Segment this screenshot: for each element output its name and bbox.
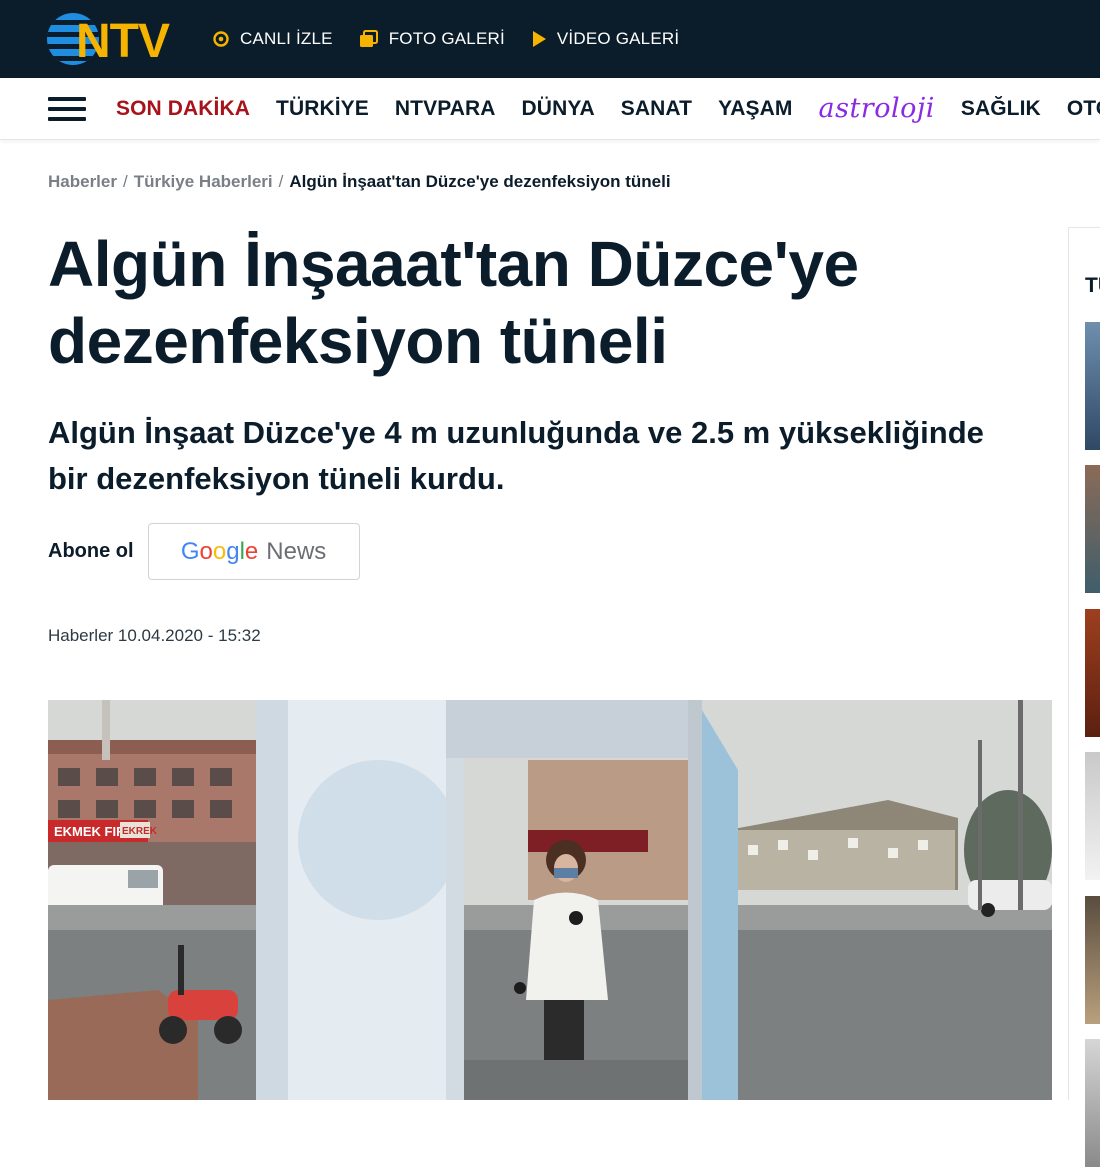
nav-item-turkiye[interactable]: TÜRKİYE <box>276 97 369 121</box>
hamburger-menu-icon[interactable] <box>48 97 86 121</box>
play-icon <box>532 31 546 47</box>
article-summary-line-1: Algün İnşaat Düzce'ye 4 m uzunluğunda ve… <box>48 415 984 450</box>
breadcrumb-haberler[interactable]: Haberler <box>48 172 117 192</box>
sidebar-thumb[interactable] <box>1085 609 1100 737</box>
breadcrumb-current: Algün İnşaat'tan Düzce'ye dezenfeksiyon … <box>289 172 671 191</box>
sidebar-thumb[interactable] <box>1085 465 1100 593</box>
sidebar-thumb[interactable] <box>1085 322 1100 450</box>
breadcrumb-turkiye-haberleri[interactable]: Türkiye Haberleri <box>134 172 273 192</box>
live-link[interactable]: CANLI İZLE <box>212 29 333 49</box>
google-logo-letter: g <box>226 537 240 565</box>
google-news-button[interactable]: Google News <box>147 523 360 580</box>
top-links: CANLI İZLE FOTO GALERİ VİDEO GALERİ <box>212 0 679 78</box>
live-circle-icon <box>213 31 229 47</box>
ntv-logo[interactable]: NTV <box>46 12 188 66</box>
sidebar-thumb[interactable] <box>1085 752 1100 880</box>
right-sidebar: TÜ <box>1068 227 1100 1167</box>
subscribe-row: Abone ol Google News <box>48 523 360 580</box>
photo-gallery-label: FOTO GALERİ <box>388 29 505 48</box>
top-bar: NTV CANLI İZLE FOTO GALERİ VİDEO GALERİ <box>0 0 1100 78</box>
live-link-label: CANLI İZLE <box>240 29 333 48</box>
google-logo-letter: e <box>244 537 259 565</box>
article-title: Algün İnşaaat'tan Düzce'ye dezenfeksiyon… <box>48 226 1008 380</box>
google-logo-letter: o <box>212 537 227 565</box>
sidebar-thumb[interactable] <box>1085 896 1100 1024</box>
google-logo-letter: G <box>180 537 200 565</box>
nav-item-yasam[interactable]: YAŞAM <box>718 97 792 121</box>
breadcrumb-separator: / <box>278 172 284 191</box>
article-summary: Algün İnşaat Düzce'ye 4 m uzunluğunda ve… <box>48 410 1038 502</box>
video-gallery-link[interactable]: VİDEO GALERİ <box>531 29 679 49</box>
google-logo-letter: o <box>199 537 213 565</box>
google-news-word: News <box>266 537 327 565</box>
disinfection-tunnel-photo: EKMEK FIRI EKREK <box>48 700 1052 1100</box>
article-photo[interactable]: EKMEK FIRI EKREK <box>48 700 1052 1100</box>
nav-items: SON DAKİKA TÜRKİYE NTVPARA DÜNYA SANAT Y… <box>116 78 1100 139</box>
sidebar-heading: TÜ <box>1085 274 1100 297</box>
photo-gallery-link[interactable]: FOTO GALERİ <box>359 29 505 49</box>
article-title-line-2: dezenfeksiyon tüneli <box>48 305 668 377</box>
logo-text: NTV <box>76 15 170 66</box>
photo-shop-sign-2: EKREK <box>122 826 158 837</box>
nav-item-sanat[interactable]: SANAT <box>621 97 692 121</box>
article-title-line-1: Algün İnşaaat'tan Düzce'ye <box>48 228 859 300</box>
photo-shop-sign: EKMEK FIRI <box>54 824 129 839</box>
nav-item-dunya[interactable]: DÜNYA <box>522 97 595 121</box>
nav-item-son-dakika[interactable]: SON DAKİKA <box>116 97 250 121</box>
nav-item-otomobil[interactable]: OTOMOBİL <box>1067 97 1100 121</box>
nav-item-astroloji[interactable]: astroloji <box>819 93 935 124</box>
photo-gallery-icon <box>359 30 378 47</box>
breadcrumb: Haberler / Türkiye Haberleri / Algün İnş… <box>48 172 671 192</box>
nav-item-saglik[interactable]: SAĞLIK <box>961 97 1041 121</box>
main-nav: SON DAKİKA TÜRKİYE NTVPARA DÜNYA SANAT Y… <box>0 78 1100 140</box>
video-gallery-label: VİDEO GALERİ <box>556 29 680 48</box>
breadcrumb-separator: / <box>122 172 128 191</box>
sidebar-thumb[interactable] <box>1085 1039 1100 1167</box>
article-summary-line-2: bir dezenfeksiyon tüneli kurdu. <box>48 461 505 496</box>
nav-item-ntvpara[interactable]: NTVPARA <box>395 97 496 121</box>
subscribe-label: Abone ol <box>48 540 134 562</box>
article-meta: Haberler 10.04.2020 - 15:32 <box>48 626 261 645</box>
